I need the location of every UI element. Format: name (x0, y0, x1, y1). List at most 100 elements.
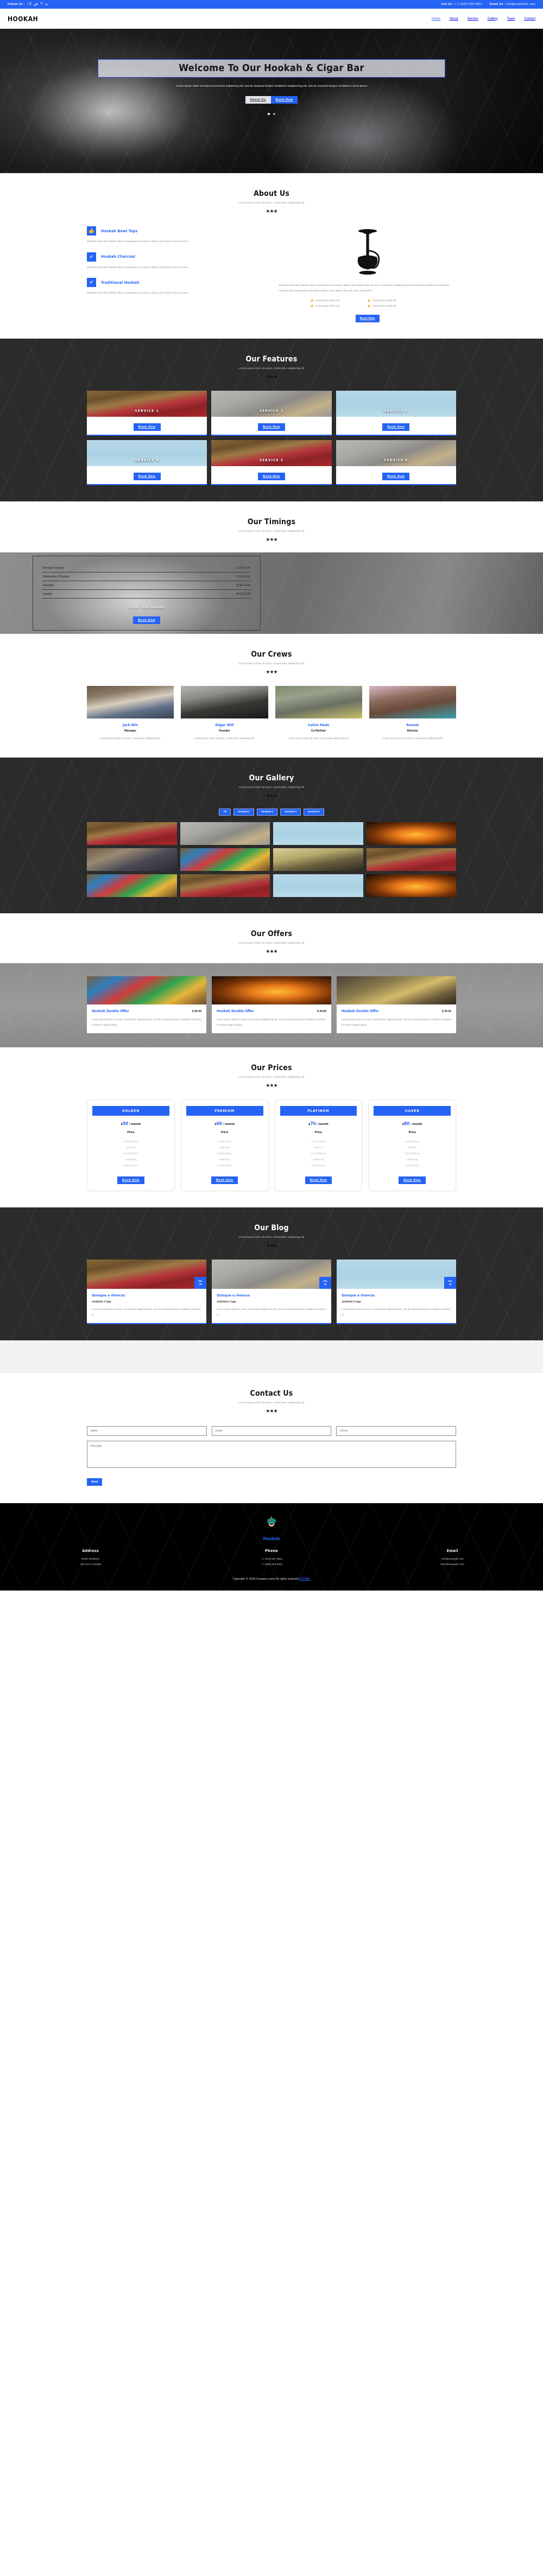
feature-card[interactable]: SERVICE 5 Book Now (211, 440, 332, 486)
plan-amount: $60 / month (214, 1121, 235, 1127)
phone-input[interactable] (336, 1426, 457, 1436)
footer-template-link[interactable]: 网页模板 (299, 1578, 310, 1581)
plan-book-button[interactable]: Book Now (305, 1176, 332, 1185)
about-feature-item: ✔ Hookah Charcoal delectus reiciendis ma… (87, 252, 279, 270)
blog-title[interactable]: Quisque a rhoncus (342, 1293, 451, 1297)
plan-book-button[interactable]: Book Now (211, 1176, 238, 1185)
facebook-icon[interactable]: f (28, 3, 31, 6)
name-input[interactable] (87, 1426, 207, 1436)
about-feature-text: delectus reiciendis maiores alias conseq… (87, 291, 188, 295)
crew-role: Director (407, 729, 419, 733)
nav-item-about[interactable]: About (450, 17, 458, 21)
gallery-tab-hookah-2[interactable]: Hookah-2 (257, 809, 278, 816)
message-input[interactable] (87, 1440, 456, 1468)
plan-book-button[interactable]: Book Now (117, 1176, 144, 1185)
blog-card[interactable]: JUL 15 Quisque a rhoncus 12/4/2019 3 Tags… (211, 1260, 331, 1324)
plan-book-button[interactable]: Book Now (399, 1176, 426, 1185)
feature-card[interactable]: SERVICE 2 Book Now (211, 391, 332, 436)
thumbs-up-icon: 👍 (310, 299, 314, 302)
offer-card[interactable]: Hookah Double Offer $ 35:00 Lorem ipsum … (211, 976, 331, 1034)
plan-name: PLATINUM (280, 1106, 357, 1116)
call-us-value[interactable]: + 1 (000) 555 9901 (455, 3, 482, 6)
blog-card[interactable]: JUL 15 Quisque a rhoncus 12/4/2019 3 Tags… (336, 1260, 456, 1324)
blog-excerpt: Lorem ipsum dolor sit amet, consectetur … (92, 1308, 201, 1316)
blog-card[interactable]: JUL 15 Quisque a rhoncus 12/4/2019 3 Tags… (87, 1260, 206, 1324)
nav-item-team[interactable]: Team (507, 17, 515, 21)
nav-item-gallery[interactable]: Gallery (488, 17, 498, 21)
blog-meta: 12/4/2019 3 Tags (216, 1300, 236, 1303)
timings-book-button[interactable]: Book Now (133, 616, 160, 625)
offer-card[interactable]: Hookah Double Offer $ 35:00 Lorem ipsum … (87, 976, 206, 1034)
feature-book-button[interactable]: Book Now (382, 423, 410, 431)
gallery-tab-hookah-1[interactable]: Hookah-1 (233, 809, 255, 816)
gallery-subheading: Lorem ipsum dolor sit amet, consectetur … (238, 786, 305, 790)
gallery-tab-hookah-3[interactable]: Hookah-3 (280, 809, 301, 816)
contact-subheading: Lorem ipsum dolor sit amet, consectetur … (238, 1401, 305, 1404)
feature-card[interactable]: SERVICE 4 Book Now (87, 440, 207, 486)
twitter-icon[interactable]: ᵨ✈ (34, 3, 38, 7)
feature-card[interactable]: SERVICE 3 Book Now (336, 391, 456, 436)
pricing-card[interactable]: GOLDEN $50 / month Price Lorem ipsum Dolo… (87, 1099, 175, 1192)
call-us-group: Call Us : + 1 (000) 555 9901 (441, 3, 482, 6)
thumbs-up-icon: 👍 (87, 226, 96, 236)
feature-book-button[interactable]: Book Now (258, 473, 285, 481)
crew-bio: Lorem ipsum dolor sit amet, consectetur … (382, 737, 443, 740)
offers-banner: Hookah Double Offer $ 35:00 Lorem ipsum … (0, 963, 543, 1048)
vk-icon[interactable]: ᵥᵥ (45, 3, 48, 6)
topbar-contact-group: Call Us : + 1 (000) 555 9901 Email Us : … (441, 3, 535, 6)
offer-price: $ 35:00 (441, 1010, 451, 1014)
feature-book-button[interactable]: Book Now (133, 423, 161, 431)
prices-subheading: Lorem ipsum dolor sit amet, consectetur … (238, 1076, 305, 1079)
gallery-image[interactable] (273, 848, 363, 872)
crew-member-card[interactable]: Jack Win Manager Lorem ipsum dolor sit a… (87, 686, 174, 741)
gallery-image[interactable] (87, 848, 177, 872)
site-logo[interactable]: HOOKAH (8, 15, 38, 23)
gallery-image[interactable] (87, 822, 177, 845)
blog-title[interactable]: Quisque a rhoncus (217, 1293, 326, 1297)
email-input[interactable] (211, 1426, 332, 1436)
nav-item-service[interactable]: Service (468, 17, 478, 21)
feature-book-button[interactable]: Book Now (133, 473, 161, 481)
offer-card[interactable]: Hookah Double Offer $ 35:00 Lorem ipsum … (336, 976, 456, 1034)
gallery-image[interactable] (366, 848, 456, 872)
blog-title[interactable]: Quisque a rhoncus (92, 1293, 201, 1297)
offer-title: Hookah Double Offer (92, 1009, 129, 1014)
gallery-heading: Our Gallery (249, 774, 294, 783)
hero-book-button[interactable]: Book Now (270, 96, 298, 104)
contact-section: Contact Us Lorem ipsum dolor sit amet, c… (0, 1372, 543, 1502)
map-placeholder[interactable] (0, 1340, 543, 1373)
email-us-group: Email Us : info@example1.com (490, 3, 535, 6)
hero-about-button[interactable]: About Us (245, 96, 271, 104)
gallery-image[interactable] (273, 874, 363, 898)
gallery-image[interactable] (180, 874, 270, 898)
nav-item-home[interactable]: Home (432, 17, 440, 21)
crew-member-card[interactable]: Calvin Hedo Co-Partner Lorem ipsum dolor… (275, 686, 362, 741)
pricing-card[interactable]: PREMIUM $60 / month Price Lorem ipsum Dol… (180, 1099, 269, 1192)
about-book-now-button[interactable]: Book Now (355, 315, 380, 323)
crew-member-card[interactable]: Ronnie Director Lorem ipsum dolor sit am… (369, 686, 456, 741)
feature-card[interactable]: SERVICE 6 Book Now (336, 440, 456, 486)
nav-item-contact[interactable]: Contact (524, 17, 535, 21)
pricing-card[interactable]: SILVER $80 / month Price Lorem ipsum Dolo… (368, 1099, 456, 1192)
pricing-card[interactable]: PLATINUM $70 / month Price Lorem ipsum Do… (274, 1099, 363, 1192)
feature-book-button[interactable]: Book Now (382, 473, 410, 481)
gallery-image[interactable] (180, 822, 270, 845)
carousel-dot-1[interactable] (268, 113, 270, 116)
offers-stars-icon: ★★★ (266, 949, 277, 955)
plan-amount: $80 / month (402, 1121, 422, 1127)
gallery-image[interactable] (366, 822, 456, 845)
gallery-image[interactable] (87, 874, 177, 898)
send-button[interactable]: Send (87, 1478, 103, 1486)
email-us-value[interactable]: info@example1.com (506, 3, 535, 6)
feature-book-button[interactable]: Book Now (258, 423, 285, 431)
blog-image: JUL 15 (87, 1260, 206, 1289)
gallery-image[interactable] (273, 822, 363, 845)
gallery-tab-hookah-4[interactable]: Hookah-4 (303, 809, 324, 816)
gallery-image[interactable] (180, 848, 270, 872)
carousel-dot-2[interactable] (273, 113, 275, 116)
rss-icon[interactable]: ᴿ (41, 3, 42, 6)
feature-card[interactable]: SERVICE 1 Book Now (87, 391, 207, 436)
gallery-tab-all[interactable]: All (219, 809, 231, 816)
crew-member-card[interactable]: Edgar Will Founder Lorem ipsum dolor sit… (181, 686, 268, 741)
gallery-image[interactable] (366, 874, 456, 898)
